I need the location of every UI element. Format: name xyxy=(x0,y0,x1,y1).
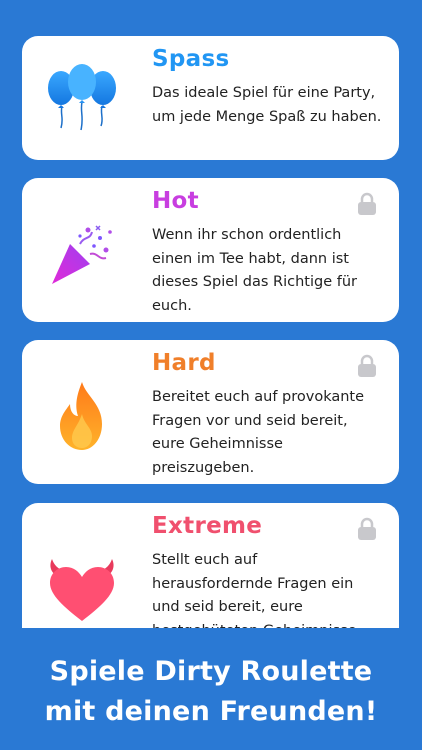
lock-icon xyxy=(358,517,376,540)
mode-card-spass[interactable]: Spass Das ideale Spiel für eine Party, u… xyxy=(22,36,399,160)
mode-description: Das ideale Spiel für eine Party, um jede… xyxy=(152,85,382,125)
flame-icon xyxy=(60,382,102,450)
lock-icon xyxy=(358,192,376,215)
mode-title: Hot xyxy=(152,188,199,214)
mode-description: Stellt euch auf herausfordernde Fragen e… xyxy=(152,552,357,628)
mode-description: Wenn ihr schon ordentlich einen im Tee h… xyxy=(152,227,358,314)
party-popper-icon xyxy=(52,225,112,284)
mode-card-hard[interactable]: Hard Bereitet euch auf provokante Fragen… xyxy=(22,340,399,484)
promo-footer: Spiele Dirty Roulette mit deinen Freunde… xyxy=(0,628,422,750)
mode-title: Extreme xyxy=(152,513,263,539)
mode-title: Spass xyxy=(152,46,230,72)
mode-description: Bereitet euch auf provokante Fragen vor … xyxy=(152,389,365,476)
mode-card-hot[interactable]: Hot Wenn ihr schon ordentlich einen im T… xyxy=(22,178,399,322)
balloons-icon xyxy=(48,64,116,131)
promo-headline-line-1: Spiele Dirty Roulette xyxy=(49,656,373,687)
mode-title: Hard xyxy=(152,350,216,376)
lock-icon xyxy=(358,354,376,377)
devil-heart-icon xyxy=(50,559,114,621)
game-mode-list: Spass Das ideale Spiel für eine Party, u… xyxy=(0,0,422,628)
promo-headline-line-2: mit deinen Freunden! xyxy=(44,696,378,727)
mode-card-extreme[interactable]: Extreme Stellt euch auf herausfordernde … xyxy=(22,503,399,628)
